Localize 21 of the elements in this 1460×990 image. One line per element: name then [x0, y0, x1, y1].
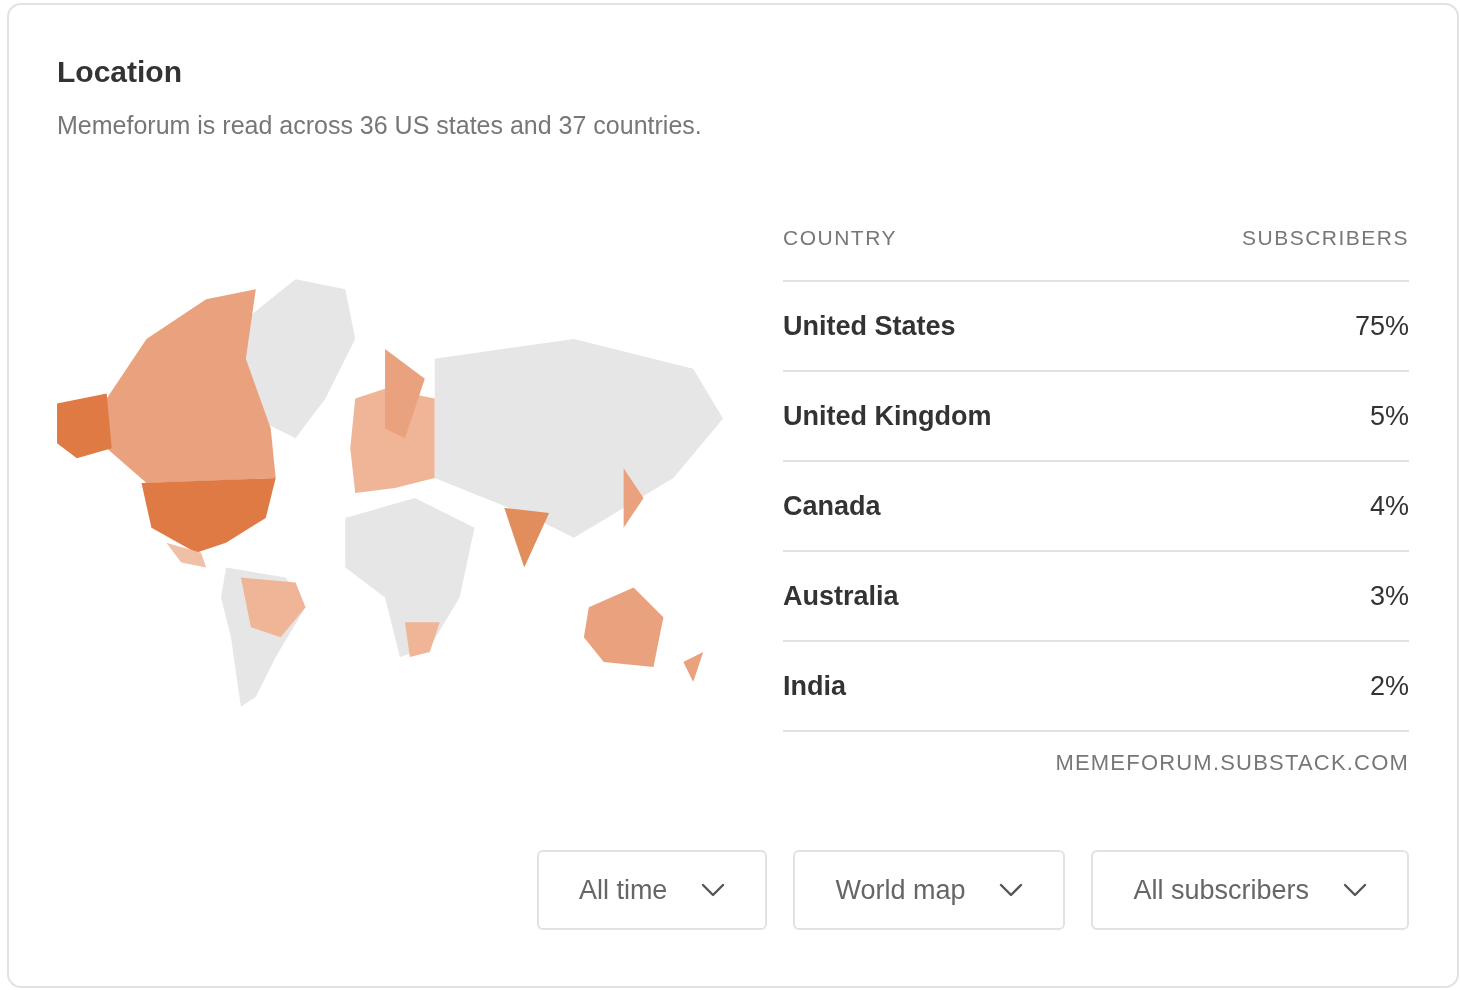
country-name: United Kingdom	[783, 400, 992, 432]
chevron-down-icon	[1343, 883, 1367, 897]
subscriber-share: 75%	[1354, 310, 1409, 342]
section-subtitle: Memeforum is read across 36 US states and 37 countries.	[57, 111, 703, 140]
source-label: MEMEFORUM.SUBSTACK.COM	[1054, 750, 1409, 776]
subscriber-share: 2%	[1369, 670, 1409, 702]
filter-dropdown[interactable]: All time	[536, 850, 768, 930]
country-name: United States	[783, 310, 956, 342]
country-name: Canada	[783, 490, 881, 522]
filter-dropdown[interactable]: All subscribers	[1091, 850, 1409, 930]
country-name: India	[783, 670, 846, 702]
subscriber-share: 3%	[1369, 580, 1409, 612]
subscriber-share: 5%	[1369, 400, 1409, 432]
country-name: Australia	[783, 580, 899, 612]
column-header: SUBSCRIBERS	[1241, 226, 1409, 250]
subscriber-share: 4%	[1369, 490, 1409, 522]
column-header: COUNTRY	[783, 226, 897, 250]
section-title: Location	[57, 55, 183, 89]
chevron-down-icon	[701, 883, 726, 897]
chevron-down-icon	[999, 883, 1024, 897]
filter-dropdown[interactable]: World map	[793, 850, 1066, 930]
